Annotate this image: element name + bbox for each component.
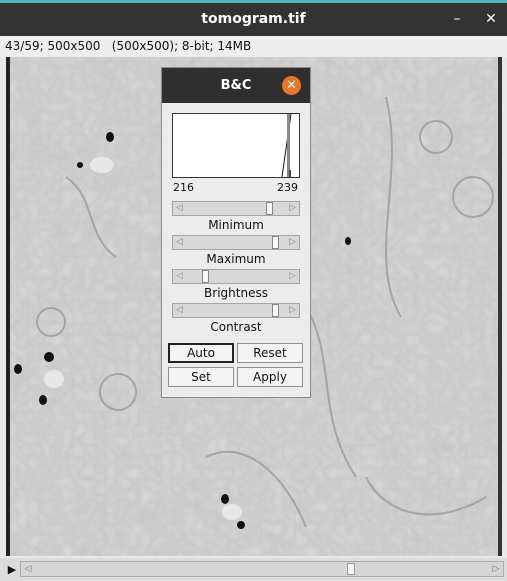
slider-right-icon[interactable]: ▷ — [286, 270, 299, 283]
brightness-slider[interactable]: ◁ ▷ — [172, 269, 300, 284]
slider-left-icon[interactable]: ◁ — [173, 304, 186, 317]
set-button[interactable]: Set — [168, 367, 234, 387]
auto-button[interactable]: Auto — [168, 343, 234, 363]
scroll-right-icon[interactable]: ▷ — [489, 562, 503, 576]
slider-thumb[interactable] — [265, 202, 273, 215]
histogram-max-label: 239 — [277, 181, 298, 194]
maximum-label: Maximum — [206, 252, 266, 266]
slider-thumb[interactable] — [272, 304, 280, 317]
contrast-label: Contrast — [210, 320, 262, 334]
bc-dialog: B&C ✕ 216 239 ◁ ▷ Minimum ◁ ▷ Maximum ◁ … — [161, 67, 311, 398]
stack-scrollbar[interactable]: ◁ ▷ — [20, 561, 504, 577]
brightness-label: Brightness — [204, 286, 268, 300]
bc-close-icon[interactable]: ✕ — [282, 76, 301, 95]
slider-right-icon[interactable]: ▷ — [286, 304, 299, 317]
image-info-label: 43/59; 500x500 (500x500); 8-bit; 14MB — [0, 36, 507, 57]
scroll-left-icon[interactable]: ◁ — [21, 562, 35, 576]
stack-scroll-thumb[interactable] — [347, 563, 356, 575]
minimum-label: Minimum — [208, 218, 264, 232]
apply-button[interactable]: Apply — [237, 367, 303, 387]
window-title: tomogram.tif — [201, 11, 306, 27]
play-icon[interactable]: ▶ — [4, 561, 20, 578]
close-icon[interactable]: ✕ — [479, 3, 503, 36]
minimize-icon[interactable]: – — [445, 3, 469, 36]
slider-right-icon[interactable]: ▷ — [286, 202, 299, 215]
histogram-min-label: 216 — [173, 181, 194, 194]
slider-left-icon[interactable]: ◁ — [173, 270, 186, 283]
reset-button[interactable]: Reset — [237, 343, 303, 363]
slider-thumb[interactable] — [201, 270, 209, 283]
slider-left-icon[interactable]: ◁ — [173, 236, 186, 249]
slider-left-icon[interactable]: ◁ — [173, 202, 186, 215]
slider-right-icon[interactable]: ▷ — [286, 236, 299, 249]
histogram-graphic — [281, 114, 292, 177]
slider-thumb[interactable] — [272, 236, 280, 249]
maximum-slider[interactable]: ◁ ▷ — [172, 235, 300, 250]
window-titlebar[interactable]: tomogram.tif – ✕ — [0, 3, 507, 36]
stack-slider-bar: ▶ ◁ ▷ — [0, 558, 507, 581]
bc-dialog-titlebar[interactable]: B&C ✕ — [162, 68, 310, 103]
contrast-slider[interactable]: ◁ ▷ — [172, 303, 300, 318]
minimum-slider[interactable]: ◁ ▷ — [172, 201, 300, 216]
histogram-plot — [172, 113, 300, 178]
